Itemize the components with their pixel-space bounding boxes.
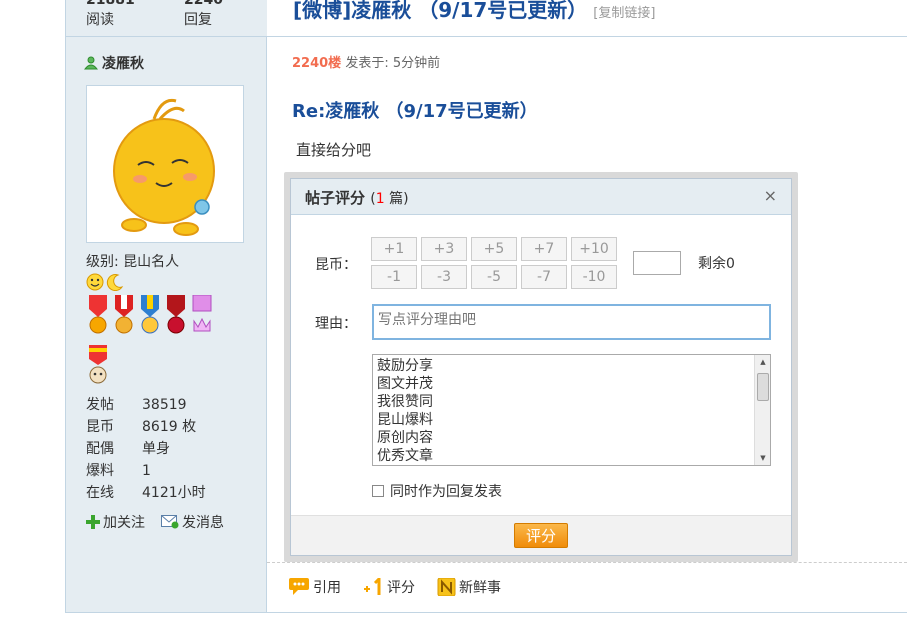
coin-label: 昆币： <box>315 257 357 273</box>
copy-link[interactable]: [复制链接] <box>593 6 655 21</box>
user-actions: 加关注 发消息 <box>86 512 224 532</box>
post-body: 直接给分吧 <box>296 141 372 159</box>
score-minus-1-button[interactable]: -1 <box>371 265 417 289</box>
submit-rating-button[interactable]: 评分 <box>514 523 568 548</box>
reason-label: 理由： <box>315 316 357 332</box>
envelope-icon <box>161 515 179 529</box>
news-button[interactable]: 新鲜事 <box>437 577 501 597</box>
coin-amount-input[interactable] <box>633 251 681 275</box>
medal-icon[interactable] <box>86 295 110 334</box>
dialog-title: 帖子评分 (1 篇) <box>305 189 409 207</box>
moon-icon <box>106 274 124 291</box>
replies-count: 2240 <box>184 0 223 8</box>
replies-stat: 2240 回复 <box>184 0 223 30</box>
thread-header: [微博]凌雁秋 （9/17号已更新） [复制链接] <box>267 0 907 37</box>
level-icons <box>86 273 124 291</box>
user-sidebar: 凌雁秋 级别: 昆山名人 发帖 38519 昆币 8619 枚 配偶 单身 爆料… <box>65 37 267 613</box>
score-plus-3-button[interactable]: +3 <box>421 237 467 261</box>
post-footer: 引用 评分 新鲜事 <box>289 577 501 597</box>
replies-label: 回复 <box>184 12 212 28</box>
score-plus-7-button[interactable]: +7 <box>521 237 567 261</box>
user-info: 发帖 38519 昆币 8619 枚 配偶 单身 爆料 1 在线 4121小时 <box>86 394 206 504</box>
close-icon[interactable]: × <box>764 186 777 205</box>
news-icon <box>437 578 456 596</box>
medal-icon[interactable] <box>164 295 188 334</box>
score-minus-3-button[interactable]: -3 <box>421 265 467 289</box>
follow-button[interactable]: 加关注 <box>86 512 145 532</box>
medal-icon[interactable] <box>86 345 110 384</box>
user-name-text[interactable]: 凌雁秋 <box>102 53 144 73</box>
score-plus-5-button[interactable]: +5 <box>471 237 517 261</box>
medal-icon[interactable] <box>190 294 214 333</box>
views-label: 阅读 <box>86 12 114 28</box>
reply-checkbox[interactable] <box>372 485 384 497</box>
reason-option[interactable]: 图文并茂 <box>377 375 766 393</box>
rate-button[interactable]: 评分 <box>363 577 415 597</box>
scroll-thumb[interactable] <box>757 373 769 401</box>
reason-option[interactable]: 昆山爆料 <box>377 411 766 429</box>
post-divider <box>267 562 907 563</box>
info-online: 在线 4121小时 <box>86 485 206 501</box>
medals-row-1 <box>86 294 214 334</box>
message-button[interactable]: 发消息 <box>161 512 224 532</box>
info-posts: 发帖 38519 <box>86 397 187 413</box>
post-meta: 2240楼 发表于: 5分钟前 <box>292 52 440 71</box>
quote-button[interactable]: 引用 <box>289 577 341 597</box>
rating-dialog-frame: 帖子评分 (1 篇) × 昆币： +1 +3 +5 +7 +10 -1 -3 -… <box>284 172 798 562</box>
reason-option[interactable]: 优秀文章 <box>377 447 766 465</box>
views-stat: 21881 阅读 <box>86 0 135 30</box>
info-coins: 昆币 8619 枚 <box>86 419 197 435</box>
post-time: 发表于: 5分钟前 <box>345 56 441 71</box>
score-plus-1-button[interactable]: +1 <box>371 237 417 261</box>
rating-dialog: 帖子评分 (1 篇) × 昆币： +1 +3 +5 +7 +10 -1 -3 -… <box>290 178 792 556</box>
reason-input[interactable] <box>372 304 771 340</box>
views-count: 21881 <box>86 0 135 8</box>
reason-option[interactable]: 原创内容 <box>377 429 766 447</box>
medal-icon[interactable] <box>112 295 136 334</box>
reason-option[interactable]: 鼓励分享 <box>377 357 766 375</box>
score-plus-10-button[interactable]: +10 <box>571 237 617 261</box>
dialog-header: 帖子评分 (1 篇) × <box>291 179 791 215</box>
user-name[interactable]: 凌雁秋 <box>84 53 144 73</box>
avatar[interactable] <box>86 85 244 243</box>
medals-row-2 <box>86 345 110 384</box>
medal-icon[interactable] <box>138 295 162 334</box>
reason-list-scrollbar[interactable]: ▲ ▼ <box>754 355 770 465</box>
remaining-coins: 剩余0 <box>698 256 735 272</box>
avatar-image <box>113 98 215 236</box>
quote-icon <box>289 578 309 595</box>
user-level: 级别: 昆山名人 <box>86 254 180 270</box>
info-spouse: 配偶 单身 <box>86 441 170 457</box>
floor-number[interactable]: 2240楼 <box>292 56 341 71</box>
smile-face-icon <box>86 273 104 291</box>
info-leaks: 爆料 1 <box>86 463 151 479</box>
page: 21881 阅读 2240 回复 [微博]凌雁秋 （9/17号已更新） [复制链接… <box>0 0 907 625</box>
score-buttons: +1 +3 +5 +7 +10 -1 -3 -5 -7 -10 <box>371 237 617 289</box>
user-online-icon <box>84 56 98 70</box>
score-minus-10-button[interactable]: -10 <box>571 265 617 289</box>
reason-list[interactable]: 鼓励分享 图文并茂 我很赞同 昆山爆料 原创内容 优秀文章 ▲ ▼ <box>372 354 771 466</box>
plus-icon <box>86 515 100 529</box>
scroll-down-icon[interactable]: ▼ <box>755 451 770 465</box>
score-minus-5-button[interactable]: -5 <box>471 265 517 289</box>
thread-title[interactable]: [微博]凌雁秋 （9/17号已更新） [复制链接] <box>293 0 655 23</box>
plus-one-icon <box>364 578 381 595</box>
reply-checkbox-label[interactable]: 同时作为回复发表 <box>390 481 502 501</box>
thread-stats: 21881 阅读 2240 回复 <box>65 0 267 37</box>
score-minus-7-button[interactable]: -7 <box>521 265 567 289</box>
dialog-count: (1 篇) <box>370 191 409 207</box>
thread-title-text[interactable]: [微博]凌雁秋 （9/17号已更新） <box>293 0 587 22</box>
reply-option[interactable]: 同时作为回复发表 <box>372 481 502 501</box>
reason-option[interactable]: 我很赞同 <box>377 393 766 411</box>
dialog-footer: 评分 <box>291 515 791 555</box>
scroll-up-icon[interactable]: ▲ <box>755 355 770 369</box>
post-title: Re:凌雁秋 （9/17号已更新） <box>292 101 538 122</box>
